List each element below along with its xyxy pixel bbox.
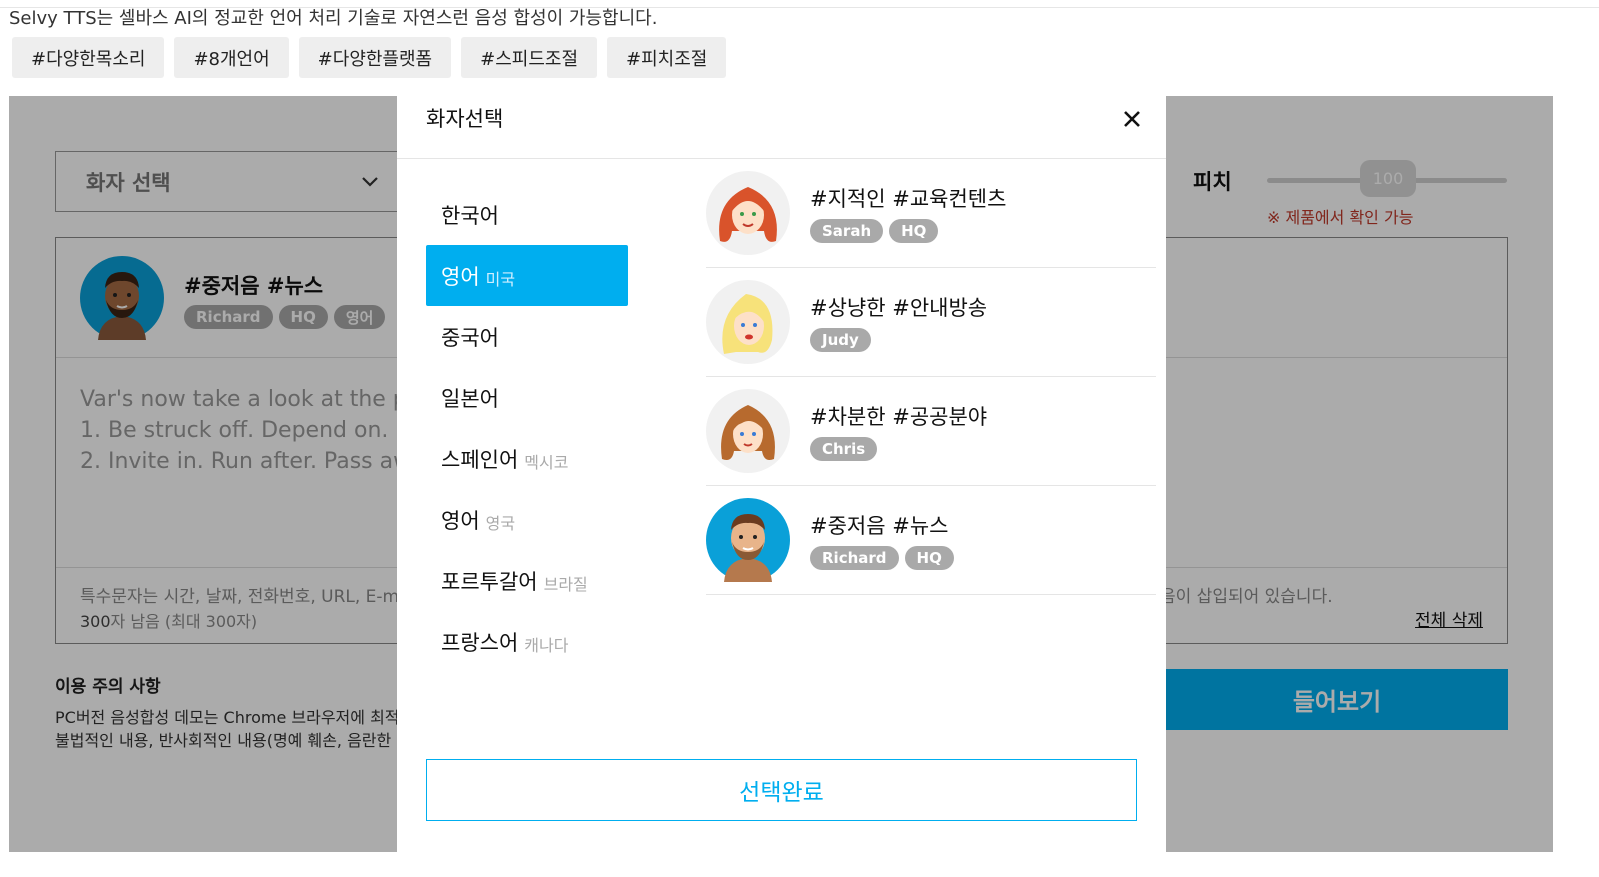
feature-tag[interactable]: #다양한목소리 [12, 37, 165, 78]
voice-name-chip: Richard [810, 546, 899, 570]
voice-title: #상냥한 #안내방송 [810, 296, 988, 320]
voice-chips: Chris [810, 437, 878, 461]
feature-tags: #다양한목소리 #8개언어 #다양한플랫폼 #스피드조절 #피치조절 [12, 37, 727, 78]
language-region: 영국 [485, 513, 516, 533]
language-region: 미국 [485, 269, 516, 289]
voice-chips: Sarah HQ [810, 219, 939, 243]
confirm-selection-button[interactable]: 선택완료 [426, 759, 1137, 821]
language-item[interactable]: 프랑스어 캐나다 [426, 611, 628, 672]
voice-chips: Judy [810, 328, 871, 352]
close-icon[interactable] [1121, 108, 1143, 130]
language-item[interactable]: 포르투갈어 브라질 [426, 550, 628, 611]
language-name: 일본어 [441, 386, 499, 411]
language-item[interactable]: 한국어 [426, 184, 628, 245]
language-region: 멕시코 [524, 452, 569, 472]
feature-tag[interactable]: #8개언어 [174, 37, 289, 78]
voice-list: #지적인 #교육컨텐츠 Sarah HQ #상냥한 #안내방송 Judy #차분… [706, 159, 1156, 595]
quality-chip: HQ [889, 219, 939, 243]
voice-title: #차분한 #공공분야 [810, 405, 988, 429]
voice-item[interactable]: #차분한 #공공분야 Chris [706, 377, 1156, 486]
language-name: 중국어 [441, 325, 499, 350]
language-list: 한국어 영어 미국 중국어 일본어 스페인어 멕시코 영어 영국 포르투갈어 브라질 프… [426, 184, 628, 672]
language-item[interactable]: 영어 영국 [426, 489, 628, 550]
voice-title: #지적인 #교육컨텐츠 [810, 187, 1007, 211]
voice-item[interactable]: #중저음 #뉴스 Richard HQ [706, 486, 1156, 595]
language-name: 한국어 [441, 203, 499, 228]
voice-chips: Richard HQ [810, 546, 954, 570]
language-item[interactable]: 일본어 [426, 367, 628, 428]
language-name: 영어 [441, 508, 480, 533]
language-name: 스페인어 [441, 447, 519, 472]
speaker-select-modal: 화자선택 한국어 영어 미국 중국어 일본어 스페인어 멕시코 영어 영국 포르투갈어… [397, 96, 1166, 856]
voice-name-chip: Chris [810, 437, 878, 461]
language-region: 캐나다 [524, 635, 569, 655]
woman-red-hair-avatar [706, 171, 790, 255]
language-name: 영어 [441, 264, 480, 289]
language-item[interactable]: 스페인어 멕시코 [426, 428, 628, 489]
voice-item[interactable]: #지적인 #교육컨텐츠 Sarah HQ [706, 159, 1156, 268]
language-item[interactable]: 중국어 [426, 306, 628, 367]
voice-name-chip: Sarah [810, 219, 884, 243]
modal-title: 화자선택 [426, 107, 504, 131]
feature-tag[interactable]: #피치조절 [607, 37, 727, 78]
quality-chip: HQ [904, 546, 954, 570]
language-item-selected[interactable]: 영어 미국 [426, 245, 628, 306]
voice-title: #중저음 #뉴스 [810, 514, 949, 538]
language-name: 포르투갈어 [441, 569, 538, 594]
feature-tag[interactable]: #다양한플랫폼 [298, 37, 452, 78]
intro-text: Selvy TTS는 셀바스 AI의 정교한 언어 처리 기술로 자연스런 음성… [9, 8, 658, 29]
modal-header: 화자선택 [397, 96, 1166, 159]
language-name: 프랑스어 [441, 630, 519, 655]
voice-item[interactable]: #상냥한 #안내방송 Judy [706, 268, 1156, 377]
woman-blonde-avatar [706, 280, 790, 364]
language-region: 브라질 [543, 574, 588, 594]
woman-brown-hair-avatar [706, 389, 790, 473]
feature-tag[interactable]: #스피드조절 [461, 37, 598, 78]
man-beard-avatar [706, 498, 790, 582]
voice-name-chip: Judy [810, 328, 871, 352]
